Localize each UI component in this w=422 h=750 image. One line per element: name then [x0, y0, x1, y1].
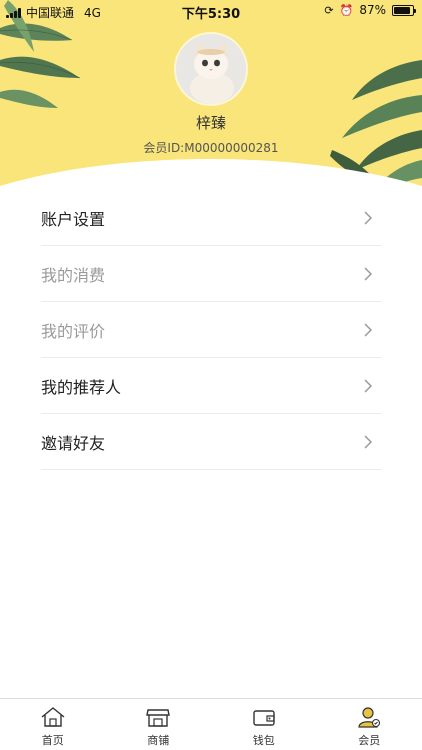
chevron-right-icon	[364, 323, 373, 337]
chevron-right-icon	[364, 435, 373, 449]
member-icon	[356, 705, 382, 729]
member-id: 会员ID:M00000000281	[143, 141, 279, 155]
cat-photo	[176, 34, 246, 104]
tab-shop[interactable]: 商铺	[106, 699, 212, 750]
home-icon	[40, 705, 66, 729]
member-menu: 账户设置 我的消费 我的评价 我的推荐人 邀请好友	[41, 190, 381, 470]
rotation-lock-icon: ⟳	[324, 3, 334, 17]
menu-item-my-referrer[interactable]: 我的推荐人	[41, 358, 381, 414]
menu-item-label: 我的消费	[41, 265, 106, 285]
chevron-right-icon	[364, 211, 373, 225]
wallet-icon	[251, 705, 277, 729]
tab-label: 商铺	[147, 734, 170, 747]
alarm-icon: ⏰	[339, 3, 354, 17]
battery-icon	[392, 4, 416, 16]
battery-level	[394, 6, 410, 14]
avatar[interactable]	[176, 34, 246, 104]
menu-item-my-consumption[interactable]: 我的消费	[41, 246, 381, 302]
tab-bar: 首页 商铺 钱包 会员	[0, 698, 422, 750]
status-right: ⟳ ⏰ 87%	[324, 3, 416, 17]
menu-item-label: 我的评价	[41, 321, 106, 341]
tab-label: 钱包	[252, 734, 275, 747]
menu-item-invite-friends[interactable]: 邀请好友	[41, 414, 381, 470]
menu-item-label: 我的推荐人	[41, 377, 122, 397]
status-bar: 中国联通 4G 下午5:30 ⟳ ⏰ 87%	[0, 0, 422, 22]
battery-percent: 87%	[359, 3, 386, 17]
tab-label: 会员	[358, 734, 381, 747]
menu-item-label: 账户设置	[41, 209, 106, 229]
user-name: 梓臻	[195, 114, 226, 132]
shop-icon	[145, 705, 171, 729]
tab-member[interactable]: 会员	[317, 699, 422, 750]
tab-wallet[interactable]: 钱包	[211, 699, 317, 750]
menu-item-account-settings[interactable]: 账户设置	[41, 190, 381, 246]
menu-item-my-reviews[interactable]: 我的评价	[41, 302, 381, 358]
tab-label: 首页	[41, 734, 64, 747]
chevron-right-icon	[364, 267, 373, 281]
tab-home[interactable]: 首页	[0, 699, 106, 750]
menu-item-label: 邀请好友	[41, 433, 106, 453]
member-screen: 中国联通 4G 下午5:30 ⟳ ⏰ 87% 梓臻 会员ID:M00000000…	[0, 0, 422, 750]
chevron-right-icon	[364, 379, 373, 393]
